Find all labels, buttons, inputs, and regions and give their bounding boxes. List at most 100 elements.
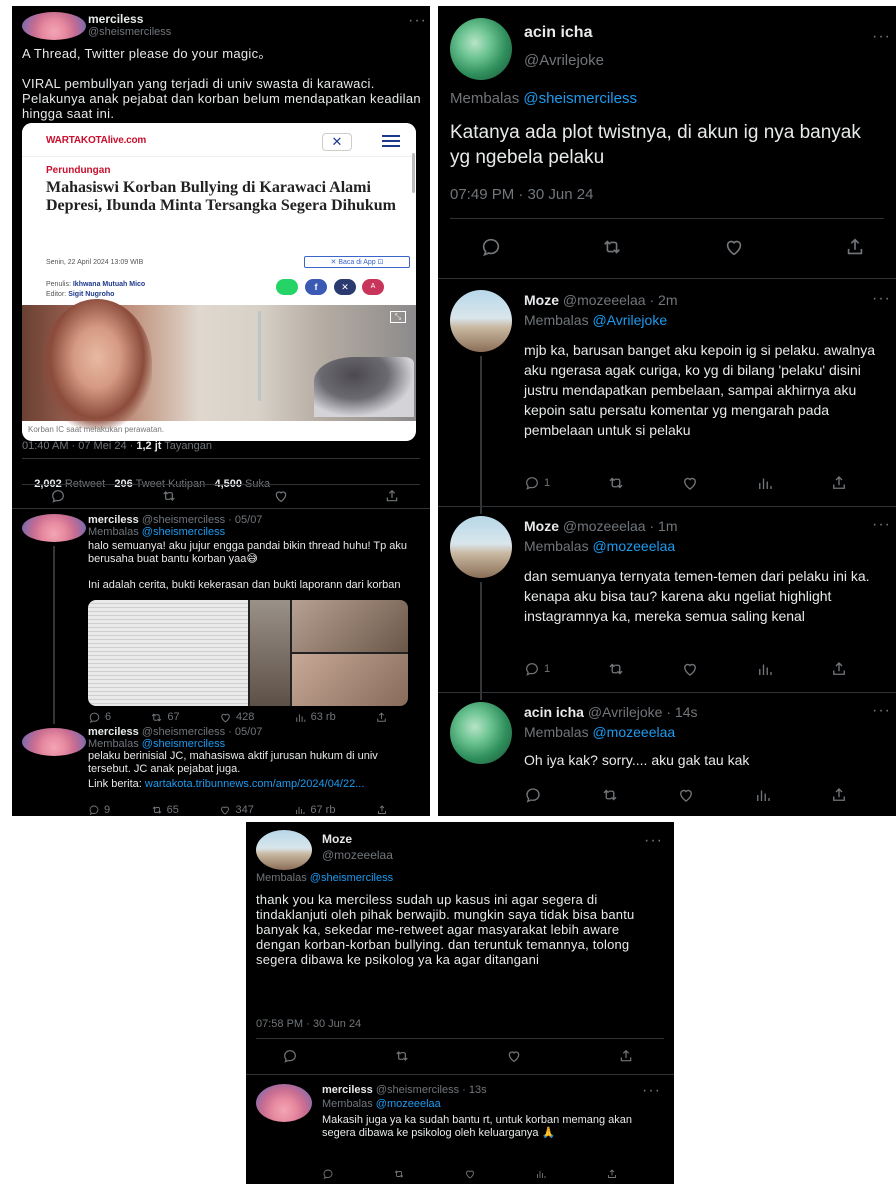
share-icon[interactable] <box>830 786 848 804</box>
reply-media-grid[interactable] <box>88 600 408 706</box>
x-share-icon[interactable]: ✕ <box>334 279 356 295</box>
author-name[interactable]: acin icha <box>524 24 592 42</box>
reply-button[interactable]: 6 <box>88 711 111 724</box>
reply-button[interactable]: 1 <box>524 661 550 677</box>
share-button[interactable] <box>375 711 388 724</box>
like-icon[interactable] <box>464 1168 476 1180</box>
reply-author-meta[interactable]: @Avrilejoke · 14s <box>588 704 698 720</box>
author-handle[interactable]: @sheismerciless <box>88 26 171 38</box>
retweet-button[interactable]: 65 <box>151 804 179 816</box>
reply-icon[interactable] <box>480 236 502 258</box>
like-icon[interactable] <box>506 1048 522 1064</box>
avatar[interactable] <box>256 830 312 870</box>
editor-name[interactable]: Sigit Nugroho <box>68 291 114 298</box>
replying-handle[interactable]: @sheismerciless <box>310 872 393 884</box>
author-handle[interactable]: @Avrilejoke <box>524 52 604 69</box>
share-icon[interactable] <box>830 474 848 492</box>
retweet-icon[interactable] <box>394 1048 410 1064</box>
media-photo[interactable] <box>292 654 408 706</box>
like-icon[interactable] <box>681 660 699 678</box>
reply-author-name[interactable]: Moze <box>524 292 559 308</box>
media-document[interactable] <box>88 600 248 706</box>
avatar[interactable] <box>450 290 512 352</box>
reply-button[interactable]: 9 <box>88 804 110 816</box>
retweet-icon[interactable] <box>601 786 619 804</box>
share-button[interactable] <box>376 804 388 816</box>
reply-author-meta[interactable]: @mozeeelaa · 2m <box>563 292 678 308</box>
more-icon[interactable]: ··· <box>644 832 663 850</box>
avatar[interactable] <box>450 702 512 764</box>
avatar[interactable] <box>450 18 512 80</box>
facebook-share-icon[interactable]: f <box>305 279 327 295</box>
like-icon[interactable] <box>681 474 699 492</box>
retweet-button[interactable]: 67 <box>150 711 180 724</box>
more-icon[interactable]: ··· <box>642 1082 661 1100</box>
reply-author-meta[interactable]: @sheismerciless · 13s <box>376 1084 487 1096</box>
replying-handle[interactable]: @mozeeelaa <box>592 538 675 554</box>
replying-handle[interactable]: @sheismerciless <box>142 738 225 750</box>
share-icon[interactable] <box>606 1168 618 1180</box>
more-icon[interactable]: ··· <box>872 702 891 720</box>
menu-icon[interactable] <box>382 135 400 147</box>
media-photo[interactable] <box>292 600 408 652</box>
whatsapp-share-icon[interactable] <box>276 279 298 295</box>
reply-author-name[interactable]: merciless <box>322 1084 373 1096</box>
reply-icon[interactable] <box>282 1048 298 1064</box>
share-icon[interactable] <box>844 236 866 258</box>
views-icon[interactable] <box>754 786 772 804</box>
reply-icon[interactable] <box>524 786 542 804</box>
views-icon[interactable] <box>756 660 774 678</box>
views-icon[interactable] <box>535 1168 547 1180</box>
like-icon[interactable] <box>723 236 745 258</box>
read-in-app-button[interactable]: ✕ Baca di App ⊡ <box>304 256 410 268</box>
retweet-icon[interactable] <box>161 488 177 504</box>
avatar[interactable] <box>450 516 512 578</box>
like-icon[interactable] <box>677 786 695 804</box>
replying-handle[interactable]: @sheismerciless <box>142 526 225 538</box>
reply-author-name[interactable]: Moze <box>524 518 559 534</box>
reply-icon[interactable] <box>50 488 66 504</box>
share-icon[interactable] <box>618 1048 634 1064</box>
avatar[interactable] <box>22 514 86 542</box>
more-icon[interactable]: ··· <box>408 12 427 30</box>
replying-handle[interactable]: @mozeeelaa <box>592 724 675 740</box>
reply-icon[interactable] <box>322 1168 334 1180</box>
like-button[interactable]: 347 <box>219 804 254 816</box>
views-button[interactable]: 67 rb <box>294 804 335 816</box>
author-name[interactable]: Moze <box>322 832 352 846</box>
article-embed[interactable]: WARTAKOTAlive.com ✕ Perundungan Mahasisw… <box>22 123 416 441</box>
tweet-timestamp[interactable]: 07:58 PM · 30 Jun 24 <box>256 1018 361 1030</box>
tweet-timestamp[interactable]: 07:49 PM · 30 Jun 24 <box>450 186 593 203</box>
reply-author-name[interactable]: acin icha <box>524 704 584 720</box>
reply-author-meta[interactable]: @sheismerciless · 05/07 <box>142 514 263 526</box>
more-icon[interactable]: ··· <box>872 290 891 308</box>
avatar[interactable] <box>256 1084 312 1122</box>
avatar[interactable] <box>22 728 86 756</box>
media-photo[interactable] <box>250 600 290 706</box>
share-icon[interactable] <box>384 488 400 504</box>
close-x-icon[interactable]: ✕ <box>322 133 352 151</box>
retweet-icon[interactable] <box>601 236 623 258</box>
news-link[interactable]: wartakota.tribunnews.com/amp/2024/04/22.… <box>145 778 365 790</box>
share-icon[interactable] <box>830 660 848 678</box>
like-button[interactable]: 428 <box>219 711 254 724</box>
more-icon[interactable]: ··· <box>872 516 891 534</box>
reply-author-name[interactable]: merciless <box>88 514 139 526</box>
author-name[interactable]: merciless <box>88 12 143 26</box>
retweet-icon[interactable] <box>393 1168 405 1180</box>
author-handle[interactable]: @mozeeelaa <box>322 848 393 862</box>
retweet-icon[interactable] <box>607 660 625 678</box>
reply-button[interactable]: 1 <box>524 475 550 491</box>
more-icon[interactable]: ··· <box>872 28 891 46</box>
writer-name[interactable]: Ikhwana Mutuah Mico <box>73 281 145 288</box>
reply-author-meta[interactable]: @mozeeelaa · 1m <box>563 518 678 534</box>
like-icon[interactable] <box>273 488 289 504</box>
reply-author-meta[interactable]: @sheismerciless · 05/07 <box>142 726 263 738</box>
replying-handle[interactable]: @mozeeelaa <box>376 1098 441 1110</box>
reply-author-name[interactable]: merciless <box>88 726 139 738</box>
replying-handle[interactable]: @Avrilejoke <box>592 312 667 328</box>
avatar[interactable] <box>22 12 86 40</box>
views-button[interactable]: 63 rb <box>294 711 336 724</box>
tweet-time[interactable]: 01:40 AM · 07 Mei 24 · <box>22 440 136 452</box>
font-size-icon[interactable]: A <box>362 279 384 295</box>
